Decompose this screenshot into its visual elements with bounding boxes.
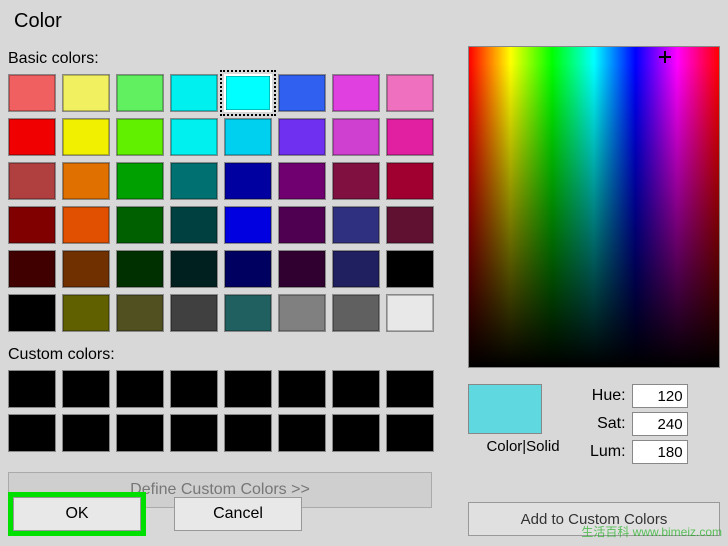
basic-color-swatch[interactable] — [278, 250, 326, 288]
add-to-custom-button[interactable]: Add to Custom Colors — [468, 502, 720, 536]
hsl-fields: Hue: Sat: Lum: — [590, 384, 688, 464]
basic-color-swatch[interactable] — [386, 206, 434, 244]
custom-color-swatch[interactable] — [116, 370, 164, 408]
basic-color-swatch[interactable] — [278, 206, 326, 244]
basic-color-swatch[interactable] — [116, 162, 164, 200]
left-pane: Basic colors: Custom colors: Define Cust… — [8, 46, 458, 508]
basic-color-swatch[interactable] — [170, 250, 218, 288]
basic-color-swatch[interactable] — [386, 162, 434, 200]
basic-color-swatch[interactable] — [386, 74, 434, 112]
basic-color-swatch[interactable] — [332, 162, 380, 200]
basic-color-swatch[interactable] — [170, 206, 218, 244]
sat-row: Sat: — [590, 412, 688, 436]
ok-highlight-icon: OK — [8, 492, 146, 536]
hue-label: Hue: — [592, 387, 626, 405]
basic-color-swatch[interactable] — [224, 162, 272, 200]
cancel-button[interactable]: Cancel — [174, 497, 302, 531]
basic-color-swatch[interactable] — [332, 118, 380, 156]
dialog-title: Color — [0, 0, 728, 47]
custom-color-swatch[interactable] — [278, 414, 326, 452]
basic-color-swatch[interactable] — [8, 162, 56, 200]
basic-color-swatch[interactable] — [332, 294, 380, 332]
lum-input[interactable] — [632, 440, 688, 464]
custom-color-swatch[interactable] — [62, 370, 110, 408]
custom-color-swatch[interactable] — [170, 370, 218, 408]
basic-color-swatch[interactable] — [278, 74, 326, 112]
preview-column: Color|Solid — [468, 384, 578, 455]
color-preview-swatch[interactable] — [468, 384, 542, 434]
basic-color-swatch[interactable] — [224, 74, 272, 112]
lum-row: Lum: — [590, 440, 688, 464]
basic-color-swatch[interactable] — [278, 162, 326, 200]
basic-color-swatch[interactable] — [62, 294, 110, 332]
right-pane: Color|Solid Hue: Sat: Lum: — [468, 46, 724, 464]
custom-color-swatch[interactable] — [8, 414, 56, 452]
custom-color-swatch[interactable] — [332, 414, 380, 452]
basic-color-swatch[interactable] — [8, 250, 56, 288]
basic-color-swatch[interactable] — [170, 162, 218, 200]
basic-color-swatch[interactable] — [8, 294, 56, 332]
basic-color-swatch[interactable] — [278, 294, 326, 332]
basic-color-swatch[interactable] — [62, 118, 110, 156]
basic-color-swatch[interactable] — [170, 118, 218, 156]
custom-color-swatch[interactable] — [8, 370, 56, 408]
basic-color-swatch[interactable] — [8, 206, 56, 244]
custom-color-swatch[interactable] — [116, 414, 164, 452]
basic-color-swatch[interactable] — [332, 250, 380, 288]
color-preview-row: Color|Solid Hue: Sat: Lum: — [468, 384, 724, 464]
basic-color-swatch[interactable] — [116, 294, 164, 332]
sat-label: Sat: — [597, 415, 625, 433]
custom-color-swatch[interactable] — [332, 370, 380, 408]
custom-color-swatch[interactable] — [386, 370, 434, 408]
basic-colors-label: Basic colors: — [8, 50, 458, 68]
custom-color-swatch[interactable] — [62, 414, 110, 452]
basic-color-swatch[interactable] — [278, 118, 326, 156]
basic-color-swatch[interactable] — [116, 74, 164, 112]
hue-input[interactable] — [632, 384, 688, 408]
custom-colors-grid — [8, 370, 458, 452]
custom-color-swatch[interactable] — [386, 414, 434, 452]
basic-color-swatch[interactable] — [62, 206, 110, 244]
basic-color-swatch[interactable] — [224, 206, 272, 244]
basic-color-swatch[interactable] — [116, 250, 164, 288]
basic-color-swatch[interactable] — [8, 74, 56, 112]
basic-color-swatch[interactable] — [386, 250, 434, 288]
custom-color-swatch[interactable] — [278, 370, 326, 408]
crosshair-icon — [659, 51, 671, 63]
basic-color-swatch[interactable] — [116, 206, 164, 244]
basic-color-swatch[interactable] — [332, 206, 380, 244]
custom-color-swatch[interactable] — [224, 414, 272, 452]
basic-color-swatch[interactable] — [170, 294, 218, 332]
basic-color-swatch[interactable] — [332, 74, 380, 112]
basic-color-swatch[interactable] — [386, 118, 434, 156]
basic-color-swatch[interactable] — [224, 294, 272, 332]
basic-color-swatch[interactable] — [62, 250, 110, 288]
basic-color-swatch[interactable] — [62, 162, 110, 200]
basic-colors-grid — [8, 74, 458, 332]
basic-color-swatch[interactable] — [224, 118, 272, 156]
basic-color-swatch[interactable] — [170, 74, 218, 112]
ok-button[interactable]: OK — [13, 497, 141, 531]
custom-color-swatch[interactable] — [170, 414, 218, 452]
basic-color-swatch[interactable] — [62, 74, 110, 112]
hue-row: Hue: — [590, 384, 688, 408]
custom-color-swatch[interactable] — [224, 370, 272, 408]
basic-color-swatch[interactable] — [224, 250, 272, 288]
basic-color-swatch[interactable] — [386, 294, 434, 332]
color-dialog: Color Basic colors: Custom colors: Defin… — [0, 0, 728, 546]
color-gradient-picker[interactable] — [468, 46, 720, 368]
sat-input[interactable] — [632, 412, 688, 436]
lum-label: Lum: — [590, 443, 626, 461]
custom-colors-label: Custom colors: — [8, 346, 458, 364]
bottom-button-row: OK Cancel — [8, 492, 302, 536]
basic-color-swatch[interactable] — [116, 118, 164, 156]
basic-color-swatch[interactable] — [8, 118, 56, 156]
color-solid-label: Color|Solid — [468, 438, 578, 455]
